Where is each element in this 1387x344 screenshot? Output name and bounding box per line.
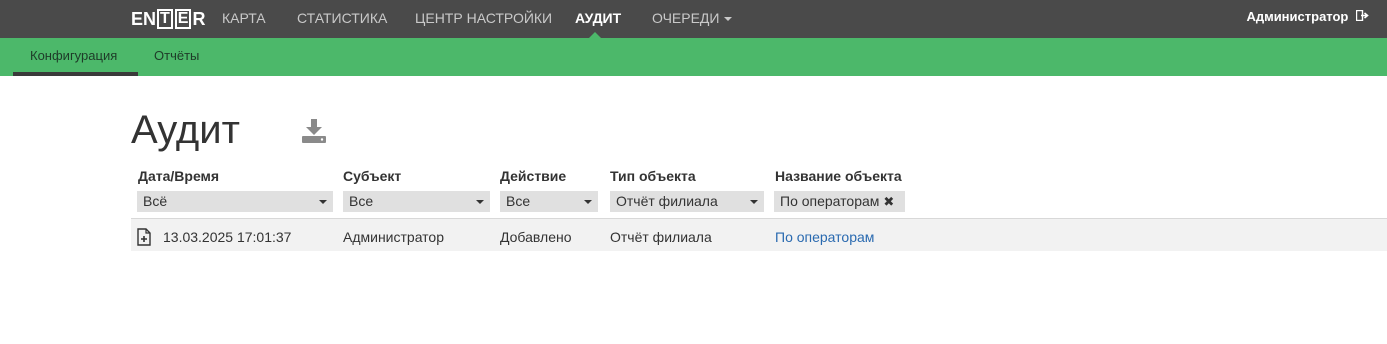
filter-datetime-select[interactable]: Всё <box>137 191 333 212</box>
user-name: Администратор <box>1246 9 1349 24</box>
filter-object-name-value: По операторам <box>780 193 880 209</box>
nav-item-settings-center[interactable]: ЦЕНТР НАСТРОЙКИ <box>415 0 552 38</box>
subtab-reports[interactable]: Отчёты <box>154 38 199 76</box>
chevron-down-icon <box>750 200 758 204</box>
subtab-configuration[interactable]: Конфигурация <box>13 38 138 76</box>
chevron-down-icon <box>724 17 733 22</box>
cell-object-name-link[interactable]: По операторам <box>775 229 874 245</box>
filter-subject-select[interactable]: Все <box>343 191 490 212</box>
filter-object-name-input[interactable]: По операторам ✖ <box>774 191 905 212</box>
cell-subject: Администратор <box>343 229 445 245</box>
nav-item-queues-label: ОЧЕРЕДИ <box>652 10 720 26</box>
filter-object-type-value: Отчёт филиала <box>616 193 718 209</box>
logout-icon[interactable] <box>1355 0 1369 34</box>
sub-navbar: Конфигурация Отчёты <box>0 38 1387 76</box>
cell-object-type: Отчёт филиала <box>610 229 712 245</box>
nav-item-queues[interactable]: ОЧЕРЕДИ <box>652 0 733 38</box>
chevron-down-icon <box>584 200 592 204</box>
cell-datetime: 13.03.2025 17:01:37 <box>163 229 292 245</box>
column-header-object-type: Тип объекта <box>610 168 696 184</box>
column-header-action: Действие <box>500 168 567 184</box>
table-row[interactable] <box>131 219 1387 251</box>
filter-datetime-value: Всё <box>143 193 168 209</box>
clear-icon[interactable]: ✖ <box>883 191 894 212</box>
column-header-subject: Субъект <box>343 168 402 184</box>
app-logo[interactable]: EN T E R <box>131 8 205 30</box>
download-icon[interactable] <box>301 119 327 143</box>
filter-action-select[interactable]: Все <box>500 191 598 212</box>
filter-action-value: Все <box>506 193 531 209</box>
chevron-down-icon <box>476 200 484 204</box>
top-navbar: EN T E R КАРТА СТАТИСТИКА ЦЕНТР НАСТРОЙКИ А… <box>0 0 1387 38</box>
nav-item-statistics[interactable]: СТАТИСТИКА <box>297 0 387 38</box>
filter-subject-value: Все <box>349 193 374 209</box>
column-header-datetime: Дата/Время <box>138 168 220 184</box>
column-header-object-name: Название объекта <box>775 168 902 184</box>
chevron-down-icon <box>319 200 327 204</box>
filter-object-type-select[interactable]: Отчёт филиала <box>610 191 764 212</box>
user-menu[interactable]: Администратор <box>1246 0 1369 36</box>
nav-item-map[interactable]: КАРТА <box>222 0 266 38</box>
page-title: Аудит <box>131 108 240 152</box>
cell-action: Добавлено <box>500 229 572 245</box>
file-plus-icon <box>137 228 151 246</box>
